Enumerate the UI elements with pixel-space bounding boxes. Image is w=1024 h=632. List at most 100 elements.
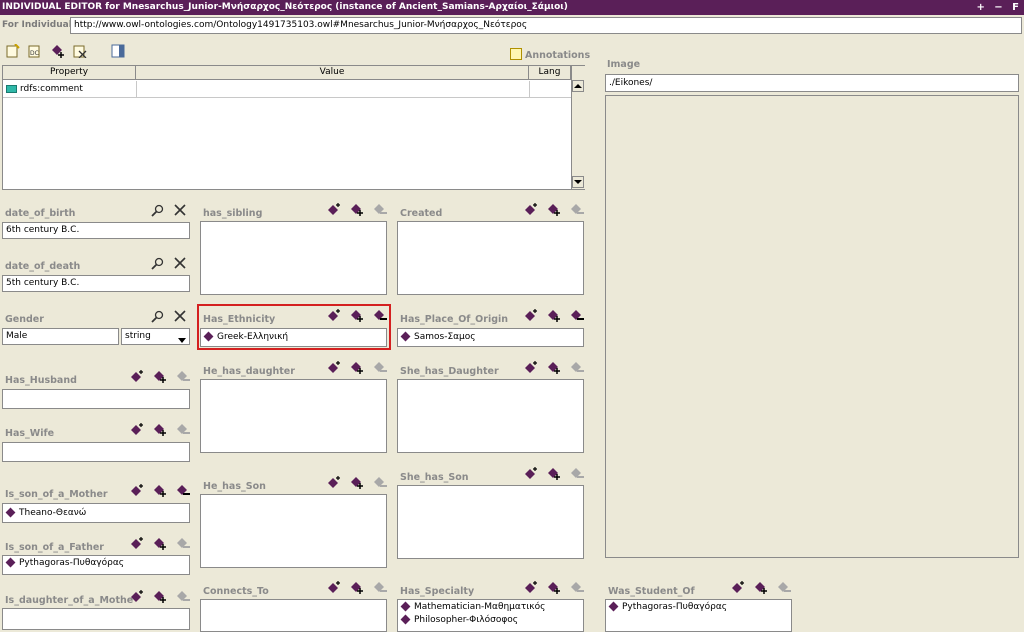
remove-instance-icon[interactable] — [777, 581, 791, 594]
gender-field[interactable]: Male — [2, 328, 119, 345]
annotations-table[interactable]: Property Value Lang rdfs:comment — [2, 65, 585, 190]
column-header-property[interactable]: Property — [3, 66, 136, 80]
remove-instance-icon[interactable] — [373, 203, 387, 216]
add-instance-icon[interactable] — [153, 423, 167, 436]
list-item[interactable]: Pythagoras-Πυθαγόρας — [3, 557, 189, 570]
create-instance-icon[interactable] — [130, 370, 144, 383]
add-instance-icon[interactable] — [153, 537, 167, 550]
remove-instance-icon[interactable] — [176, 590, 190, 603]
create-instance-icon[interactable] — [130, 537, 144, 550]
add-annotation-value-icon[interactable] — [51, 44, 65, 58]
created-list[interactable] — [397, 221, 584, 295]
create-instance-icon[interactable] — [327, 581, 341, 594]
table-row[interactable]: rdfs:comment — [3, 81, 571, 98]
has-sibling-list[interactable] — [200, 221, 387, 295]
list-item[interactable]: Theano-Θεανώ — [3, 507, 189, 520]
remove-instance-icon[interactable] — [373, 309, 387, 322]
create-instance-icon[interactable] — [130, 590, 144, 603]
remove-instance-icon[interactable] — [570, 203, 584, 216]
remove-instance-icon[interactable] — [176, 370, 190, 383]
remove-instance-icon[interactable] — [570, 467, 584, 480]
remove-instance-icon[interactable] — [176, 484, 190, 497]
view-panel-icon[interactable] — [111, 44, 125, 58]
scroll-down-icon[interactable] — [572, 176, 584, 188]
is-son-of-a-father-list[interactable]: Pythagoras-Πυθαγόρας — [2, 555, 190, 575]
create-instance-icon[interactable] — [130, 423, 144, 436]
create-instance-icon[interactable] — [327, 476, 341, 489]
search-icon[interactable] — [151, 310, 164, 326]
add-instance-icon[interactable] — [754, 581, 768, 594]
has-place-of-origin-list[interactable]: Samos-Σαμος — [397, 328, 584, 347]
add-instance-icon[interactable] — [153, 590, 167, 603]
image-path-field[interactable]: ./Eikones/ — [605, 74, 1019, 92]
column-header-lang[interactable]: Lang — [529, 66, 571, 80]
add-instance-icon[interactable] — [350, 309, 364, 322]
add-instance-icon[interactable] — [547, 467, 561, 480]
remove-instance-icon[interactable] — [570, 581, 584, 594]
clear-icon[interactable] — [174, 310, 186, 326]
create-instance-icon[interactable] — [524, 203, 538, 216]
list-item[interactable]: Philosopher-Φιλόσοφος — [398, 614, 583, 627]
he-has-son-list[interactable] — [200, 494, 387, 568]
create-annotation-icon[interactable] — [6, 44, 20, 58]
list-item[interactable]: Samos-Σαμος — [398, 331, 583, 344]
annotations-scrollbar[interactable] — [571, 66, 585, 189]
he-has-daughter-list[interactable] — [200, 379, 387, 453]
delete-annotation-icon[interactable] — [73, 44, 87, 58]
add-instance-icon[interactable] — [547, 361, 561, 374]
list-item[interactable]: Pythagoras-Πυθαγόρας — [606, 601, 791, 614]
instance-icon — [400, 601, 411, 612]
she-has-daughter-list[interactable] — [397, 379, 584, 453]
gender-type-select[interactable]: string — [121, 328, 190, 345]
list-item[interactable]: Mathematician-Μαθηματικός — [398, 601, 583, 614]
create-instance-icon[interactable] — [731, 581, 745, 594]
column-header-value[interactable]: Value — [136, 66, 529, 80]
remove-instance-icon[interactable] — [570, 309, 584, 322]
remove-instance-icon[interactable] — [373, 361, 387, 374]
create-instance-icon[interactable] — [130, 484, 144, 497]
scroll-up-icon[interactable] — [572, 80, 584, 92]
has-wife-list[interactable] — [2, 442, 190, 462]
list-item[interactable]: Greek-Ελληνική — [201, 331, 386, 344]
add-instance-icon[interactable] — [547, 581, 561, 594]
she-has-son-list[interactable] — [397, 485, 584, 559]
connects-to-list[interactable] — [200, 599, 387, 632]
individual-uri-field[interactable]: http://www.owl-ontologies.com/Ontology14… — [70, 17, 1022, 34]
remove-instance-icon[interactable] — [373, 476, 387, 489]
create-instance-icon[interactable] — [524, 309, 538, 322]
date-of-birth-field[interactable]: 6th century B.C. — [2, 222, 190, 239]
add-instance-icon[interactable] — [547, 203, 561, 216]
date-of-death-field[interactable]: 5th century B.C. — [2, 275, 190, 292]
search-icon[interactable] — [151, 204, 164, 220]
has-specialty-list[interactable]: Mathematician-Μαθηματικός Philosopher-Φι… — [397, 599, 584, 632]
add-instance-icon[interactable] — [153, 484, 167, 497]
search-icon[interactable] — [151, 257, 164, 273]
add-instance-icon[interactable] — [350, 203, 364, 216]
create-instance-icon[interactable] — [327, 309, 341, 322]
add-instance-icon[interactable] — [350, 361, 364, 374]
remove-instance-icon[interactable] — [373, 581, 387, 594]
is-daughter-of-a-mother-list[interactable] — [2, 608, 190, 630]
is-son-of-a-mother-list[interactable]: Theano-Θεανώ — [2, 503, 190, 523]
has-husband-list[interactable] — [2, 389, 190, 409]
clear-icon[interactable] — [174, 204, 186, 220]
has-ethnicity-list[interactable]: Greek-Ελληνική — [200, 328, 387, 347]
create-datatype-annotation-icon[interactable]: DC — [28, 44, 42, 58]
clear-icon[interactable] — [174, 257, 186, 273]
instance-icon — [400, 614, 411, 625]
remove-instance-icon[interactable] — [176, 537, 190, 550]
chevron-down-icon[interactable] — [178, 334, 186, 344]
was-student-of-list[interactable]: Pythagoras-Πυθαγόρας — [605, 599, 792, 632]
create-instance-icon[interactable] — [524, 467, 538, 480]
add-instance-icon[interactable] — [547, 309, 561, 322]
remove-instance-icon[interactable] — [570, 361, 584, 374]
add-instance-icon[interactable] — [350, 476, 364, 489]
add-instance-icon[interactable] — [350, 581, 364, 594]
create-instance-icon[interactable] — [327, 203, 341, 216]
add-instance-icon[interactable] — [153, 370, 167, 383]
create-instance-icon[interactable] — [524, 361, 538, 374]
window-controls[interactable]: + − F — [976, 0, 1022, 15]
create-instance-icon[interactable] — [524, 581, 538, 594]
remove-instance-icon[interactable] — [176, 423, 190, 436]
create-instance-icon[interactable] — [327, 361, 341, 374]
